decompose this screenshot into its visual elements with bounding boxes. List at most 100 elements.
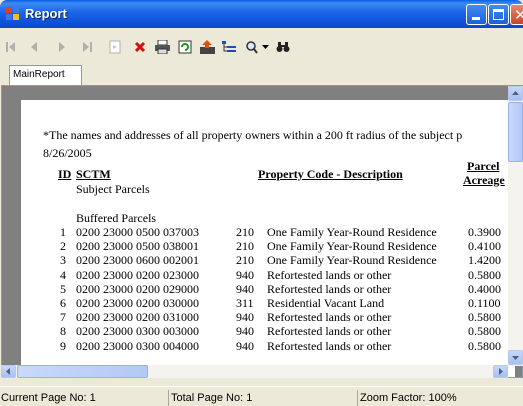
window-title: Report — [25, 6, 67, 21]
row-property-code: 311 — [236, 296, 254, 310]
row-acreage: 0.5800 — [468, 267, 501, 282]
scroll-down-button[interactable] — [508, 350, 523, 365]
row-id: 5 — [60, 281, 66, 296]
scroll-right-button[interactable] — [493, 365, 508, 378]
next-page-button[interactable] — [58, 40, 66, 54]
refresh-icon — [178, 40, 192, 54]
refresh-button[interactable] — [178, 40, 192, 54]
export-button[interactable] — [200, 40, 215, 54]
vertical-scrollbar[interactable] — [508, 86, 523, 366]
minimize-icon — [472, 17, 480, 20]
status-bar: Current Page No: 1 Total Page No: 1 Zoom… — [0, 386, 523, 406]
row-id: 4 — [60, 267, 66, 282]
header-acreage: Acreage — [463, 173, 505, 187]
maximize-button[interactable] — [488, 4, 509, 25]
header-id: ID — [58, 167, 72, 181]
row-description: One Family Year-Round Residence — [267, 225, 437, 239]
row-property-code: 940 — [236, 267, 254, 282]
row-acreage: 0.5800 — [468, 324, 501, 339]
row-id: 3 — [60, 253, 66, 268]
printer-icon — [155, 40, 170, 54]
zoom-dropdown-button[interactable] — [262, 40, 269, 54]
export-icon — [200, 40, 215, 54]
toggle-group-tree-button[interactable] — [222, 40, 236, 54]
row-property-code: 940 — [236, 281, 254, 296]
arrow-up-icon — [512, 91, 519, 95]
row-id: 6 — [60, 296, 66, 310]
row-description: Refortested lands or other — [267, 281, 392, 296]
row-description: Refortested lands or other — [267, 310, 392, 325]
row-sctm: 0200 23000 0200 023000 — [76, 267, 199, 282]
row-description: One Family Year-Round Residence — [267, 253, 437, 268]
red-x-icon — [134, 41, 146, 53]
previous-page-button[interactable] — [30, 40, 38, 54]
title-bar[interactable]: Report ✕ — [0, 0, 523, 28]
header-sctm: SCTM — [76, 167, 111, 181]
row-sctm: 0200 23000 0500 038001 — [76, 239, 199, 254]
close-window-button[interactable]: ✕ — [510, 4, 523, 25]
scroll-left-button[interactable] — [1, 365, 16, 378]
row-sctm: 0200 23000 0600 002001 — [76, 253, 199, 268]
first-page-icon — [6, 42, 15, 52]
report-page: *The names and addresses of all property… — [21, 100, 515, 377]
goto-page-icon — [109, 40, 121, 54]
row-id: 2 — [60, 239, 66, 254]
row-property-code: 940 — [236, 310, 254, 325]
row-acreage: 0.3900 — [468, 225, 501, 239]
total-page-status: Total Page No: 1 — [168, 390, 357, 406]
header-parcel: Parcel — [467, 159, 500, 173]
row-description: Refortested lands or other — [267, 338, 392, 353]
row-description: Refortested lands or other — [267, 324, 392, 339]
row-description: Refortested lands or other — [267, 267, 392, 282]
report-intro: *The names and addresses of all property… — [43, 128, 463, 142]
header-property: Property Code - Description — [258, 167, 403, 181]
close-report-button[interactable] — [134, 40, 146, 54]
goto-page-button[interactable] — [108, 40, 122, 54]
group-tree-icon — [222, 41, 236, 52]
maximize-icon — [493, 9, 504, 20]
last-page-button[interactable] — [82, 40, 92, 54]
row-property-code: 210 — [236, 253, 254, 268]
first-page-button[interactable] — [6, 40, 16, 54]
print-button[interactable] — [155, 40, 170, 54]
magnifier-icon — [246, 40, 258, 54]
row-property-code: 210 — [236, 225, 254, 239]
row-sctm: 0200 23000 0300 004000 — [76, 338, 199, 353]
row-id: 1 — [60, 225, 66, 239]
minimize-button[interactable] — [466, 4, 487, 25]
row-sctm: 0200 23000 0500 037003 — [76, 225, 199, 239]
arrow-down-icon — [512, 356, 519, 360]
row-property-code: 210 — [236, 239, 254, 254]
find-button[interactable] — [276, 40, 290, 54]
zoom-button[interactable] — [246, 40, 258, 54]
previous-page-icon — [31, 42, 37, 52]
report-viewport[interactable]: *The names and addresses of all property… — [1, 85, 523, 378]
row-sctm: 0200 23000 0200 029000 — [76, 281, 199, 296]
row-acreage: 0.5800 — [468, 338, 501, 353]
scroll-up-button[interactable] — [508, 86, 523, 101]
row-acreage: 0.5800 — [468, 310, 501, 325]
row-property-code: 940 — [236, 338, 254, 353]
row-property-code: 940 — [236, 324, 254, 339]
horizontal-scroll-thumb[interactable] — [17, 365, 148, 378]
row-acreage: 0.4000 — [468, 281, 501, 296]
close-icon: ✕ — [514, 6, 523, 24]
horizontal-scrollbar[interactable] — [1, 365, 508, 378]
binoculars-icon — [276, 42, 290, 52]
vertical-scroll-thumb[interactable] — [508, 102, 523, 162]
row-id: 9 — [60, 338, 66, 353]
row-sctm: 0200 23000 0200 030000 — [76, 296, 199, 310]
tab-mainreport[interactable]: MainReport — [9, 65, 82, 85]
arrow-right-icon — [499, 368, 503, 375]
buffered-parcels-label: Buffered Parcels — [76, 211, 157, 225]
chevron-down-icon — [262, 45, 269, 49]
row-acreage: 1.4200 — [468, 253, 501, 268]
subject-parcels-label: Subject Parcels — [76, 182, 150, 196]
zoom-factor-status: Zoom Factor: 100% — [357, 390, 523, 406]
row-acreage: 0.1100 — [468, 296, 501, 310]
current-page-status: Current Page No: 1 — [1, 392, 96, 404]
row-sctm: 0200 23000 0200 031000 — [76, 310, 199, 325]
row-id: 7 — [60, 310, 66, 325]
row-description: One Family Year-Round Residence — [267, 239, 437, 254]
next-page-icon — [59, 42, 65, 52]
